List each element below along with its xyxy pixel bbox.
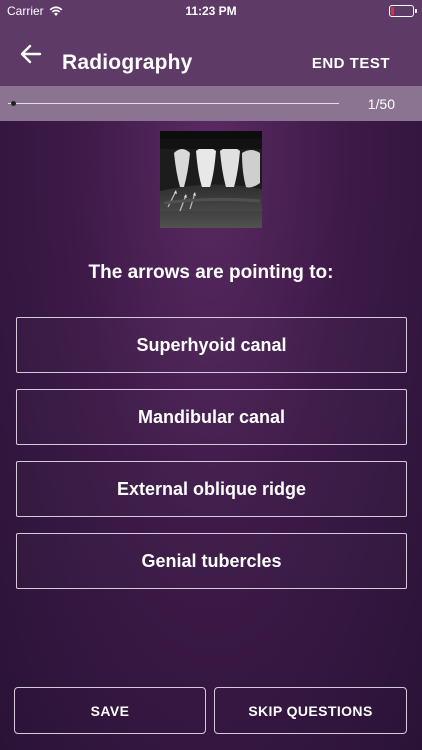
- status-time: 11:23 PM: [185, 4, 237, 18]
- answer-option-4[interactable]: Genial tubercles: [16, 533, 407, 589]
- end-test-button[interactable]: END TEST: [312, 55, 390, 72]
- save-button[interactable]: SAVE: [14, 687, 206, 734]
- xray-image: [160, 131, 262, 228]
- skip-questions-button[interactable]: SKIP QUESTIONS: [214, 687, 407, 734]
- progress-bar: 1/50: [0, 86, 422, 121]
- question-counter: 1/50: [367, 96, 395, 112]
- navigation-bar: Radiography END TEST: [0, 22, 422, 86]
- back-button[interactable]: [18, 42, 44, 66]
- battery-icon: [389, 5, 417, 17]
- answer-option-3[interactable]: External oblique ridge: [16, 461, 407, 517]
- status-bar: Carrier 11:23 PM: [0, 0, 422, 22]
- question-text: The arrows are pointing to:: [88, 262, 334, 283]
- back-arrow-icon: [20, 44, 42, 64]
- answer-option-1[interactable]: Superhyoid canal: [16, 317, 407, 373]
- page-title: Radiography: [62, 51, 193, 74]
- progress-thumb: [11, 101, 16, 106]
- answer-option-2[interactable]: Mandibular canal: [16, 389, 407, 445]
- battery-level: [391, 7, 394, 15]
- progress-track: [8, 103, 339, 104]
